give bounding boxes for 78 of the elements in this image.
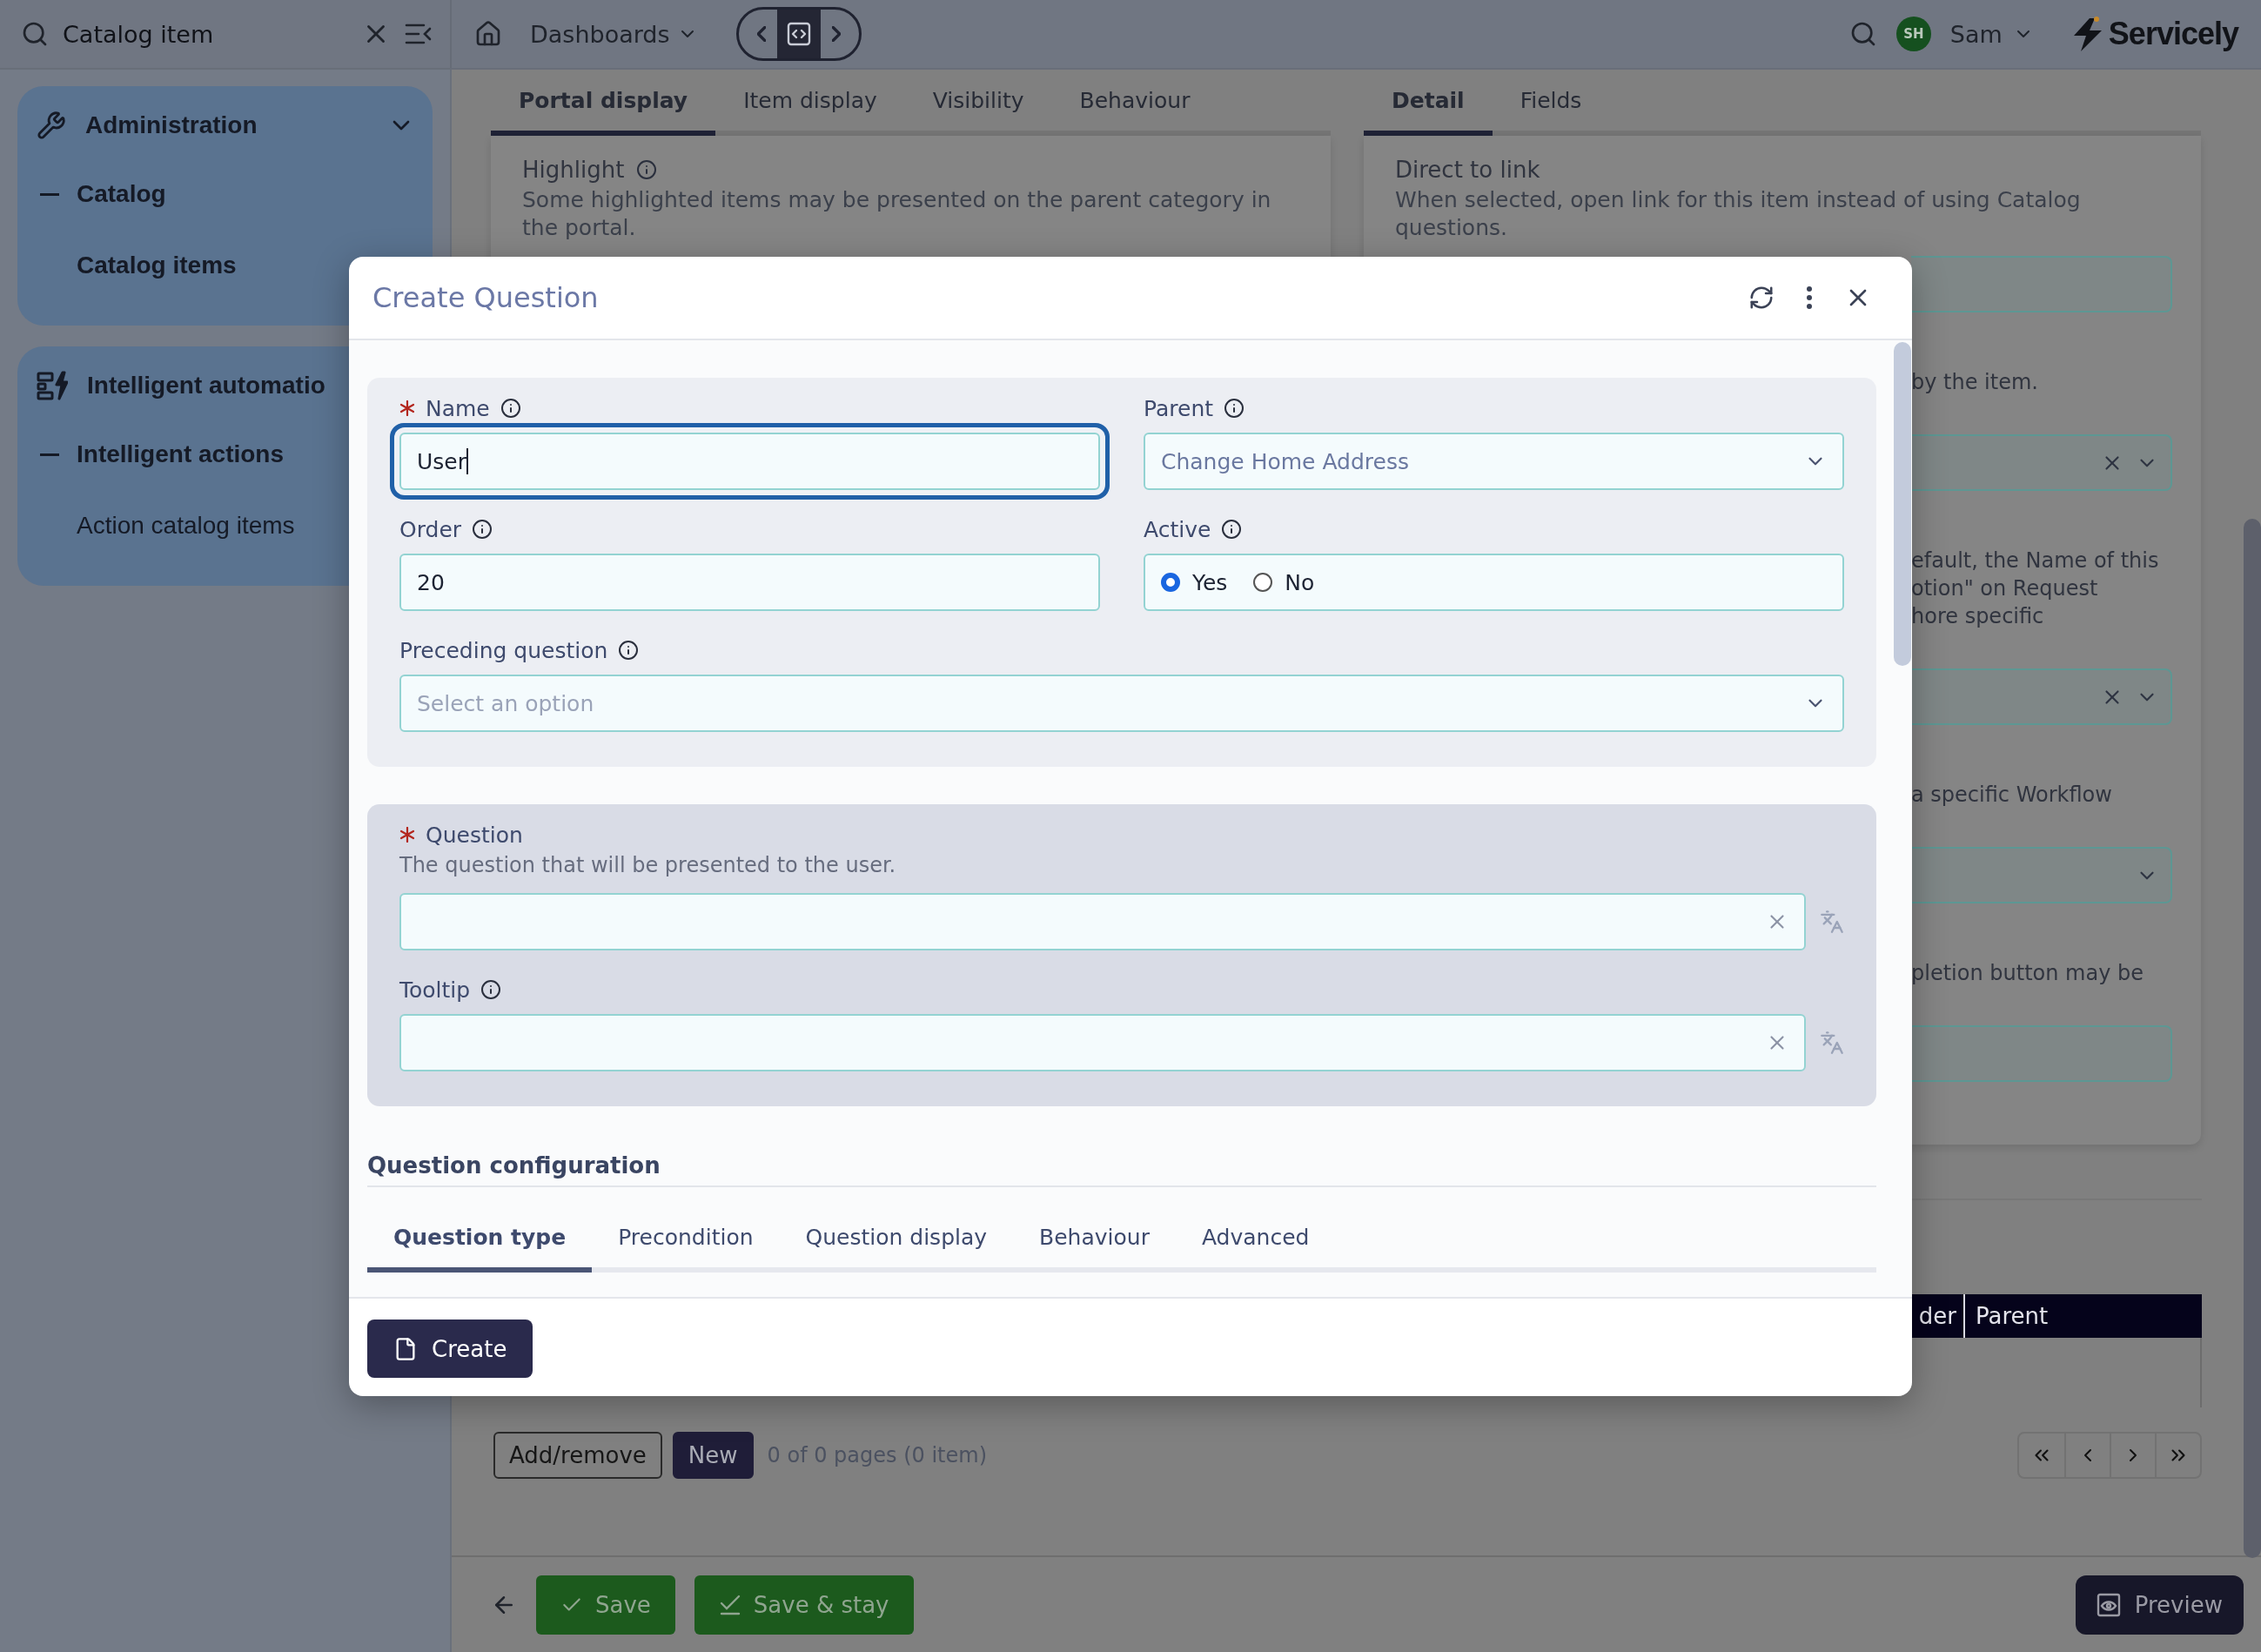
create-button[interactable]: Create xyxy=(367,1320,533,1378)
question-field[interactable] xyxy=(399,893,1806,950)
home-icon xyxy=(474,20,502,48)
refresh-button[interactable] xyxy=(1748,285,1775,311)
more-button[interactable] xyxy=(1806,285,1813,310)
tooltip-field[interactable] xyxy=(399,1014,1806,1071)
select-field[interactable] xyxy=(1911,668,2172,725)
dash-icon xyxy=(40,192,59,196)
column-header[interactable]: Parent xyxy=(1963,1294,2202,1338)
field-description: Some highlighted items may be presented on the parent category in the portal. xyxy=(522,186,1272,242)
new-button[interactable]: New xyxy=(672,1432,754,1479)
tab[interactable]: Advanced xyxy=(1175,1206,1336,1273)
translate-icon[interactable] xyxy=(1820,910,1844,934)
home-button[interactable] xyxy=(474,20,502,48)
preview-button[interactable]: Preview xyxy=(2075,1575,2244,1635)
search-icon xyxy=(21,20,49,48)
field-description: a specific Workflow xyxy=(1911,782,2113,809)
input-field[interactable] xyxy=(1911,256,2172,312)
user-avatar: SH xyxy=(1895,17,1931,51)
search-field[interactable]: Catalog item xyxy=(63,20,347,48)
field-label: Order xyxy=(399,516,462,542)
check-icon xyxy=(718,1593,741,1616)
radio-option[interactable]: No xyxy=(1253,569,1315,595)
sidebar-group-title[interactable]: Administration xyxy=(85,111,368,139)
field-description: efault, the Name of this xyxy=(1911,547,2160,574)
save-button[interactable]: Save xyxy=(536,1575,675,1635)
select-field[interactable] xyxy=(1911,434,2172,491)
tab[interactable]: Precondition xyxy=(592,1206,780,1273)
sidebar-item[interactable]: Catalog xyxy=(37,168,415,220)
more-icon xyxy=(1806,285,1813,310)
section-heading: Question configuration xyxy=(367,1152,661,1179)
field-label: Parent xyxy=(1144,395,1214,421)
parent-select[interactable]: Change Home Address xyxy=(1144,433,1844,490)
input-field[interactable] xyxy=(1911,1025,2172,1082)
scrollbar[interactable] xyxy=(2244,519,2261,1558)
field-description: When selected, open link for this item instead of using Catalog questions. xyxy=(1395,186,2082,242)
field-label: Preceding question xyxy=(399,637,608,663)
brand-name: Servicely xyxy=(2108,16,2238,52)
tab[interactable]: Fields xyxy=(1492,70,1610,136)
code-icon xyxy=(785,21,812,47)
translate-icon[interactable] xyxy=(1820,1031,1844,1055)
field-label: Tooltip xyxy=(399,977,471,1003)
tab[interactable]: Behaviour xyxy=(1051,70,1218,136)
collapse-menu-button[interactable] xyxy=(405,23,433,45)
automation-icon xyxy=(37,371,68,400)
collapse-menu-icon xyxy=(405,23,433,45)
add-remove-button[interactable]: Add/remove xyxy=(493,1432,662,1479)
field-description: hore specific xyxy=(1911,603,2045,630)
refresh-icon xyxy=(1748,285,1775,311)
dashboards-menu[interactable]: Dashboards xyxy=(521,20,707,48)
save-and-stay-button[interactable]: Save & stay xyxy=(694,1575,914,1635)
select-field[interactable] xyxy=(1911,847,2172,903)
dialog-title: Create Question xyxy=(372,281,600,314)
field-label: Direct to link xyxy=(1395,157,1540,183)
user-menu[interactable]: Sam xyxy=(1949,20,2034,48)
field-label: Active xyxy=(1144,516,1211,542)
field-description: by the item. xyxy=(1911,369,2039,396)
field-description: otion" on Request xyxy=(1911,575,2099,602)
field-label: Question xyxy=(426,822,523,848)
wrench-icon xyxy=(37,111,66,140)
tab[interactable]: Item display xyxy=(715,70,905,136)
chevron-left-icon xyxy=(756,26,766,42)
preceding-question-select[interactable]: Select an option xyxy=(399,675,1844,732)
radio-option[interactable]: Yes xyxy=(1161,569,1228,595)
field-label: Name xyxy=(426,395,490,421)
tab[interactable]: Question type xyxy=(367,1206,593,1273)
tab[interactable]: Behaviour xyxy=(1013,1206,1176,1273)
eye-icon xyxy=(2096,1592,2121,1617)
chevron-right-icon xyxy=(831,26,841,42)
field-label: Highlight xyxy=(522,157,625,183)
code-button[interactable] xyxy=(776,10,821,58)
field-description: pletion button may be xyxy=(1911,960,2144,987)
tab[interactable]: Visibility xyxy=(904,70,1052,136)
tab[interactable]: Question display xyxy=(779,1206,1014,1273)
order-field[interactable]: 20 xyxy=(399,554,1100,611)
dash-icon xyxy=(40,453,59,456)
field-description: The question that will be presented to the user. xyxy=(399,852,897,879)
scrollbar[interactable] xyxy=(1894,342,1911,666)
